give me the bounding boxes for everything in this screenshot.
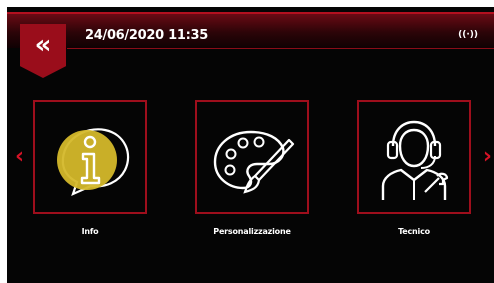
next-page-arrow[interactable]: ›: [483, 144, 492, 169]
personalizzazione-label: Personalizzazione: [213, 227, 291, 236]
info-label: Info: [81, 227, 99, 236]
info-icon: [57, 128, 130, 197]
info-tile[interactable]: [33, 100, 147, 214]
screen: 24/06/2020 11:35 ((·)) « ‹ › Info Person…: [7, 7, 494, 283]
wifi-icon: ((·)): [458, 30, 478, 40]
personalizzazione-tile[interactable]: [195, 100, 309, 214]
tecnico-tile[interactable]: [357, 100, 471, 214]
technician-icon: [381, 120, 449, 200]
double-chevron-left-icon: «: [34, 30, 52, 60]
status-bar: 24/06/2020 11:35 ((·)): [7, 12, 494, 49]
tecnico-label: Tecnico: [398, 227, 430, 236]
back-button[interactable]: «: [20, 24, 66, 78]
palette-icon: [213, 130, 295, 194]
datetime-display: 24/06/2020 11:35: [85, 28, 208, 43]
divider: [67, 48, 494, 49]
previous-page-arrow[interactable]: ‹: [15, 144, 24, 169]
